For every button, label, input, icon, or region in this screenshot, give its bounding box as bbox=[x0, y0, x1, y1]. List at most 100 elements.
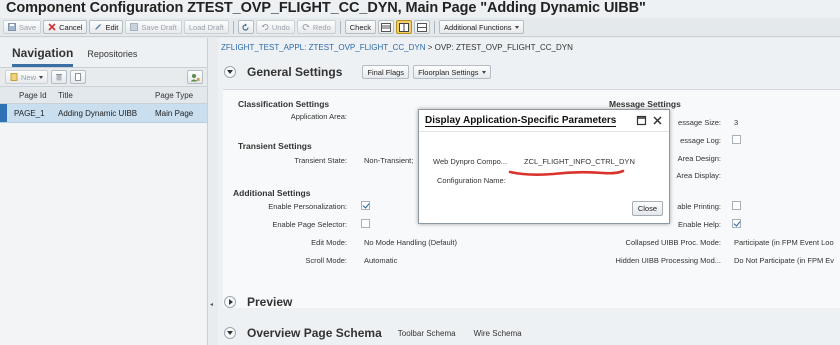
group-title: Transient Settings bbox=[238, 141, 312, 151]
cancel-button[interactable]: Cancel bbox=[43, 20, 88, 34]
pencil-icon bbox=[95, 24, 102, 30]
chevron-down-icon bbox=[514, 25, 519, 29]
window-title-bar: Component Configuration ZTEST_OVP_FLIGHT… bbox=[0, 0, 840, 18]
column-header-page-type[interactable]: Page Type bbox=[155, 91, 207, 100]
copy-button[interactable] bbox=[70, 70, 87, 84]
load-draft-label: Load Draft bbox=[188, 22, 224, 32]
refresh-icon bbox=[242, 23, 249, 31]
breadcrumb-link[interactable]: ZFLIGHT_TEST_APPL: ZTEST_OVP_FLIGHT_CC_D… bbox=[221, 43, 426, 52]
section-title: Preview bbox=[247, 295, 293, 309]
enable-personalization-checkbox[interactable] bbox=[361, 201, 370, 210]
enable-personalization-label: Enable Personalization: bbox=[268, 202, 347, 211]
hidden-uibb-label: Hidden UIBB Processing Mod... bbox=[615, 256, 721, 265]
group-title: Message Settings bbox=[609, 99, 681, 109]
configuration-name-label: Configuration Name: bbox=[437, 176, 506, 185]
collapse-toggle[interactable] bbox=[224, 66, 236, 78]
chevron-down-icon bbox=[227, 70, 233, 74]
breadcrumb-current: > OVP: ZTEST_OVP_FLIGHT_CC_DYN bbox=[425, 43, 573, 52]
save-button[interactable]: Save bbox=[3, 20, 42, 34]
navigation-table-header: Page Id Title Page Type bbox=[0, 87, 207, 104]
table-row[interactable]: PAGE_1 Adding Dynamic UIBB Main Page bbox=[0, 104, 207, 123]
tab-repositories[interactable]: Repositories bbox=[87, 49, 137, 67]
delete-button[interactable] bbox=[51, 70, 68, 84]
app-params-dialog: Display Application-Specific Parameters … bbox=[418, 109, 670, 224]
close-button[interactable]: Close bbox=[631, 201, 663, 216]
chevron-down-icon bbox=[39, 75, 44, 79]
column-header-page-id[interactable]: Page Id bbox=[14, 91, 58, 100]
personalize-button[interactable] bbox=[187, 70, 204, 84]
additional-functions-menu[interactable]: Additional Functions bbox=[439, 20, 524, 34]
row-selector[interactable] bbox=[0, 104, 7, 122]
load-draft-button[interactable]: Load Draft bbox=[183, 20, 229, 34]
column-header-title[interactable]: Title bbox=[58, 91, 155, 100]
chevron-down-icon bbox=[481, 70, 486, 74]
scroll-mode-value: Automatic bbox=[364, 256, 398, 265]
redo-button[interactable]: Redo bbox=[296, 20, 336, 34]
layout-view-3-button[interactable] bbox=[414, 20, 431, 34]
redo-icon bbox=[302, 24, 310, 31]
navigation-toolbar: New bbox=[0, 68, 207, 87]
preview-header: Preview bbox=[218, 292, 840, 312]
panel-splitter[interactable]: ◂ bbox=[208, 38, 218, 345]
title-cell: Adding Dynamic UIBB bbox=[58, 108, 138, 118]
collapsed-uibb-label: Collapsed UIBB Proc. Mode: bbox=[625, 238, 721, 247]
general-settings-header: General Settings Final Flags Floorplan S… bbox=[218, 62, 840, 82]
breadcrumb: ZFLIGHT_TEST_APPL: ZTEST_OVP_FLIGHT_CC_D… bbox=[221, 43, 573, 52]
redo-label: Redo bbox=[312, 22, 331, 32]
maximize-icon[interactable] bbox=[636, 115, 647, 126]
message-size-value: 3 bbox=[734, 118, 739, 127]
application-area-label: Application Area: bbox=[290, 112, 347, 121]
toolbar-separator bbox=[232, 20, 234, 34]
floorplan-settings-menu[interactable]: Floorplan Settings bbox=[413, 65, 491, 79]
enable-page-selector-checkbox[interactable] bbox=[361, 219, 370, 228]
navigation-panel: Navigation Repositories New Page Id Titl… bbox=[0, 38, 208, 345]
undo-button[interactable]: Undo bbox=[255, 20, 295, 34]
group-title: Classification Settings bbox=[238, 99, 330, 109]
undo-label: Undo bbox=[271, 22, 290, 32]
save-label: Save bbox=[19, 22, 37, 32]
tab-toolbar-schema[interactable]: Toolbar Schema bbox=[398, 329, 456, 338]
new-button[interactable]: New bbox=[5, 70, 49, 84]
collapse-arrow-icon[interactable]: ◂ bbox=[210, 301, 213, 308]
close-icon[interactable] bbox=[652, 115, 663, 126]
page-id-cell: PAGE_1 bbox=[14, 108, 45, 118]
save-draft-button[interactable]: Save Draft bbox=[125, 20, 182, 34]
tab-wire-schema[interactable]: Wire Schema bbox=[474, 329, 522, 338]
layout-list-icon bbox=[381, 22, 392, 32]
additional-functions-label: Additional Functions bbox=[444, 22, 512, 32]
expand-toggle[interactable] bbox=[224, 296, 236, 308]
component-label: Web Dynpro Compo... bbox=[433, 157, 508, 166]
overview-schema-header: Overview Page Schema Toolbar Schema Wire… bbox=[218, 323, 840, 343]
message-log-checkbox[interactable] bbox=[732, 135, 741, 144]
edit-button[interactable]: Edit bbox=[89, 20, 124, 34]
select-all-cell[interactable] bbox=[0, 87, 14, 103]
refresh-button[interactable] bbox=[237, 20, 254, 34]
enable-printing-checkbox[interactable] bbox=[732, 201, 741, 210]
scroll-mode-label: Scroll Mode: bbox=[305, 256, 347, 265]
layout-split-icon bbox=[399, 22, 410, 32]
layout-rows-icon bbox=[417, 22, 428, 32]
undo-icon bbox=[261, 24, 269, 31]
chevron-down-icon bbox=[227, 331, 233, 335]
toolbar-separator bbox=[339, 20, 341, 34]
tab-navigation[interactable]: Navigation bbox=[12, 46, 74, 67]
window-title: Component Configuration ZTEST_OVP_FLIGHT… bbox=[6, 0, 646, 16]
component-value: ZCL_FLIGHT_INFO_CTRL_DYN bbox=[524, 157, 635, 166]
enable-help-checkbox[interactable] bbox=[732, 219, 741, 228]
layout-view-2-button[interactable] bbox=[396, 20, 413, 34]
hidden-uibb-value: Do Not Participate (in FPM Ev bbox=[734, 256, 835, 265]
chevron-right-icon bbox=[228, 299, 233, 305]
edit-mode-value: No Mode Handling (Default) bbox=[364, 238, 457, 247]
trash-icon bbox=[56, 74, 63, 81]
enable-page-selector-label: Enable Page Selector: bbox=[272, 220, 347, 229]
red-underline-annotation bbox=[508, 169, 625, 176]
final-flags-button[interactable]: Final Flags bbox=[362, 65, 410, 79]
toolbar-separator bbox=[434, 20, 436, 34]
collapse-toggle[interactable] bbox=[224, 327, 236, 339]
check-button[interactable]: Check bbox=[344, 20, 377, 34]
transient-state-value: Non-Transient; bbox=[364, 156, 414, 165]
layout-view-1-button[interactable] bbox=[378, 20, 395, 34]
cancel-icon bbox=[48, 23, 56, 31]
new-icon bbox=[10, 73, 18, 81]
copy-icon bbox=[75, 73, 82, 81]
